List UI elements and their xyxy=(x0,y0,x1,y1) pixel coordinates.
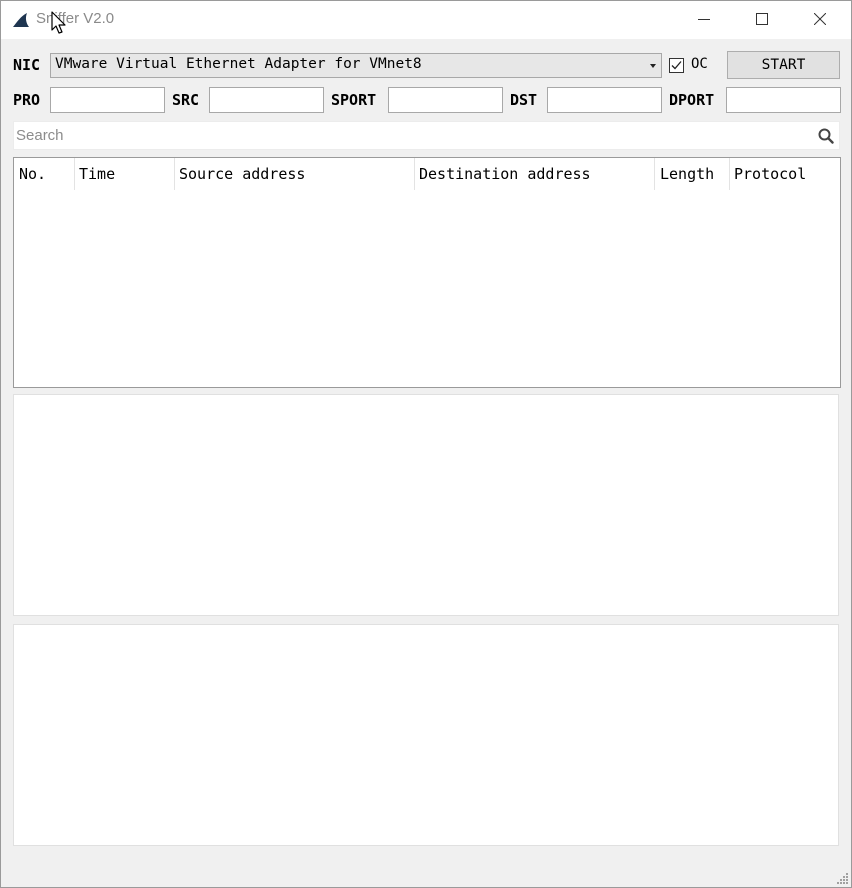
column-header-time[interactable]: Time xyxy=(74,158,174,190)
maximize-button[interactable] xyxy=(734,1,792,39)
dport-label: DPORT xyxy=(669,91,715,109)
resize-grip-icon[interactable] xyxy=(835,871,849,885)
minimize-button[interactable] xyxy=(676,1,734,39)
search-placeholder: Search xyxy=(16,127,64,144)
packet-hex-pane[interactable] xyxy=(13,624,839,846)
nic-select[interactable]: VMware Virtual Ethernet Adapter for VMne… xyxy=(50,53,662,78)
minimize-icon xyxy=(698,19,710,20)
sport-label: SPORT xyxy=(331,91,377,109)
shark-fin-icon xyxy=(12,12,30,27)
start-button[interactable]: START xyxy=(727,51,840,79)
src-input[interactable] xyxy=(209,87,324,113)
nic-selected-value: VMware Virtual Ethernet Adapter for VMne… xyxy=(55,56,422,72)
close-button[interactable] xyxy=(792,1,850,39)
chevron-down-icon xyxy=(650,64,656,68)
mouse-cursor-icon xyxy=(51,11,67,36)
window-title: Sniffer V2.0 xyxy=(36,10,115,27)
nic-label: NIC xyxy=(13,56,41,74)
pro-label: PRO xyxy=(13,91,41,109)
src-label: SRC xyxy=(172,91,200,109)
maximize-icon xyxy=(756,13,768,25)
checkmark-icon xyxy=(671,61,682,70)
oc-label[interactable]: OC xyxy=(691,56,708,72)
dport-input[interactable] xyxy=(726,87,841,113)
packet-detail-pane[interactable] xyxy=(13,394,839,616)
search-icon[interactable] xyxy=(818,128,834,144)
column-header-source[interactable]: Source address xyxy=(174,158,414,190)
sport-input[interactable] xyxy=(388,87,503,113)
pro-input[interactable] xyxy=(50,87,165,113)
main-window: Sniffer V2.0 NIC VMware Virtual Ethernet… xyxy=(0,0,852,888)
close-icon xyxy=(814,13,826,25)
dst-label: DST xyxy=(510,91,538,109)
packet-table[interactable]: No. Time Source address Destination addr… xyxy=(13,157,841,388)
column-header-destination[interactable]: Destination address xyxy=(414,158,654,190)
oc-checkbox[interactable] xyxy=(669,58,684,73)
dst-input[interactable] xyxy=(547,87,662,113)
column-header-length[interactable]: Length xyxy=(655,158,730,190)
table-header: No. Time Source address Destination addr… xyxy=(14,158,840,190)
search-input[interactable]: Search xyxy=(13,121,840,150)
column-header-protocol[interactable]: Protocol xyxy=(729,158,839,190)
title-bar[interactable]: Sniffer V2.0 xyxy=(1,1,851,39)
column-header-no[interactable]: No. xyxy=(14,158,74,190)
